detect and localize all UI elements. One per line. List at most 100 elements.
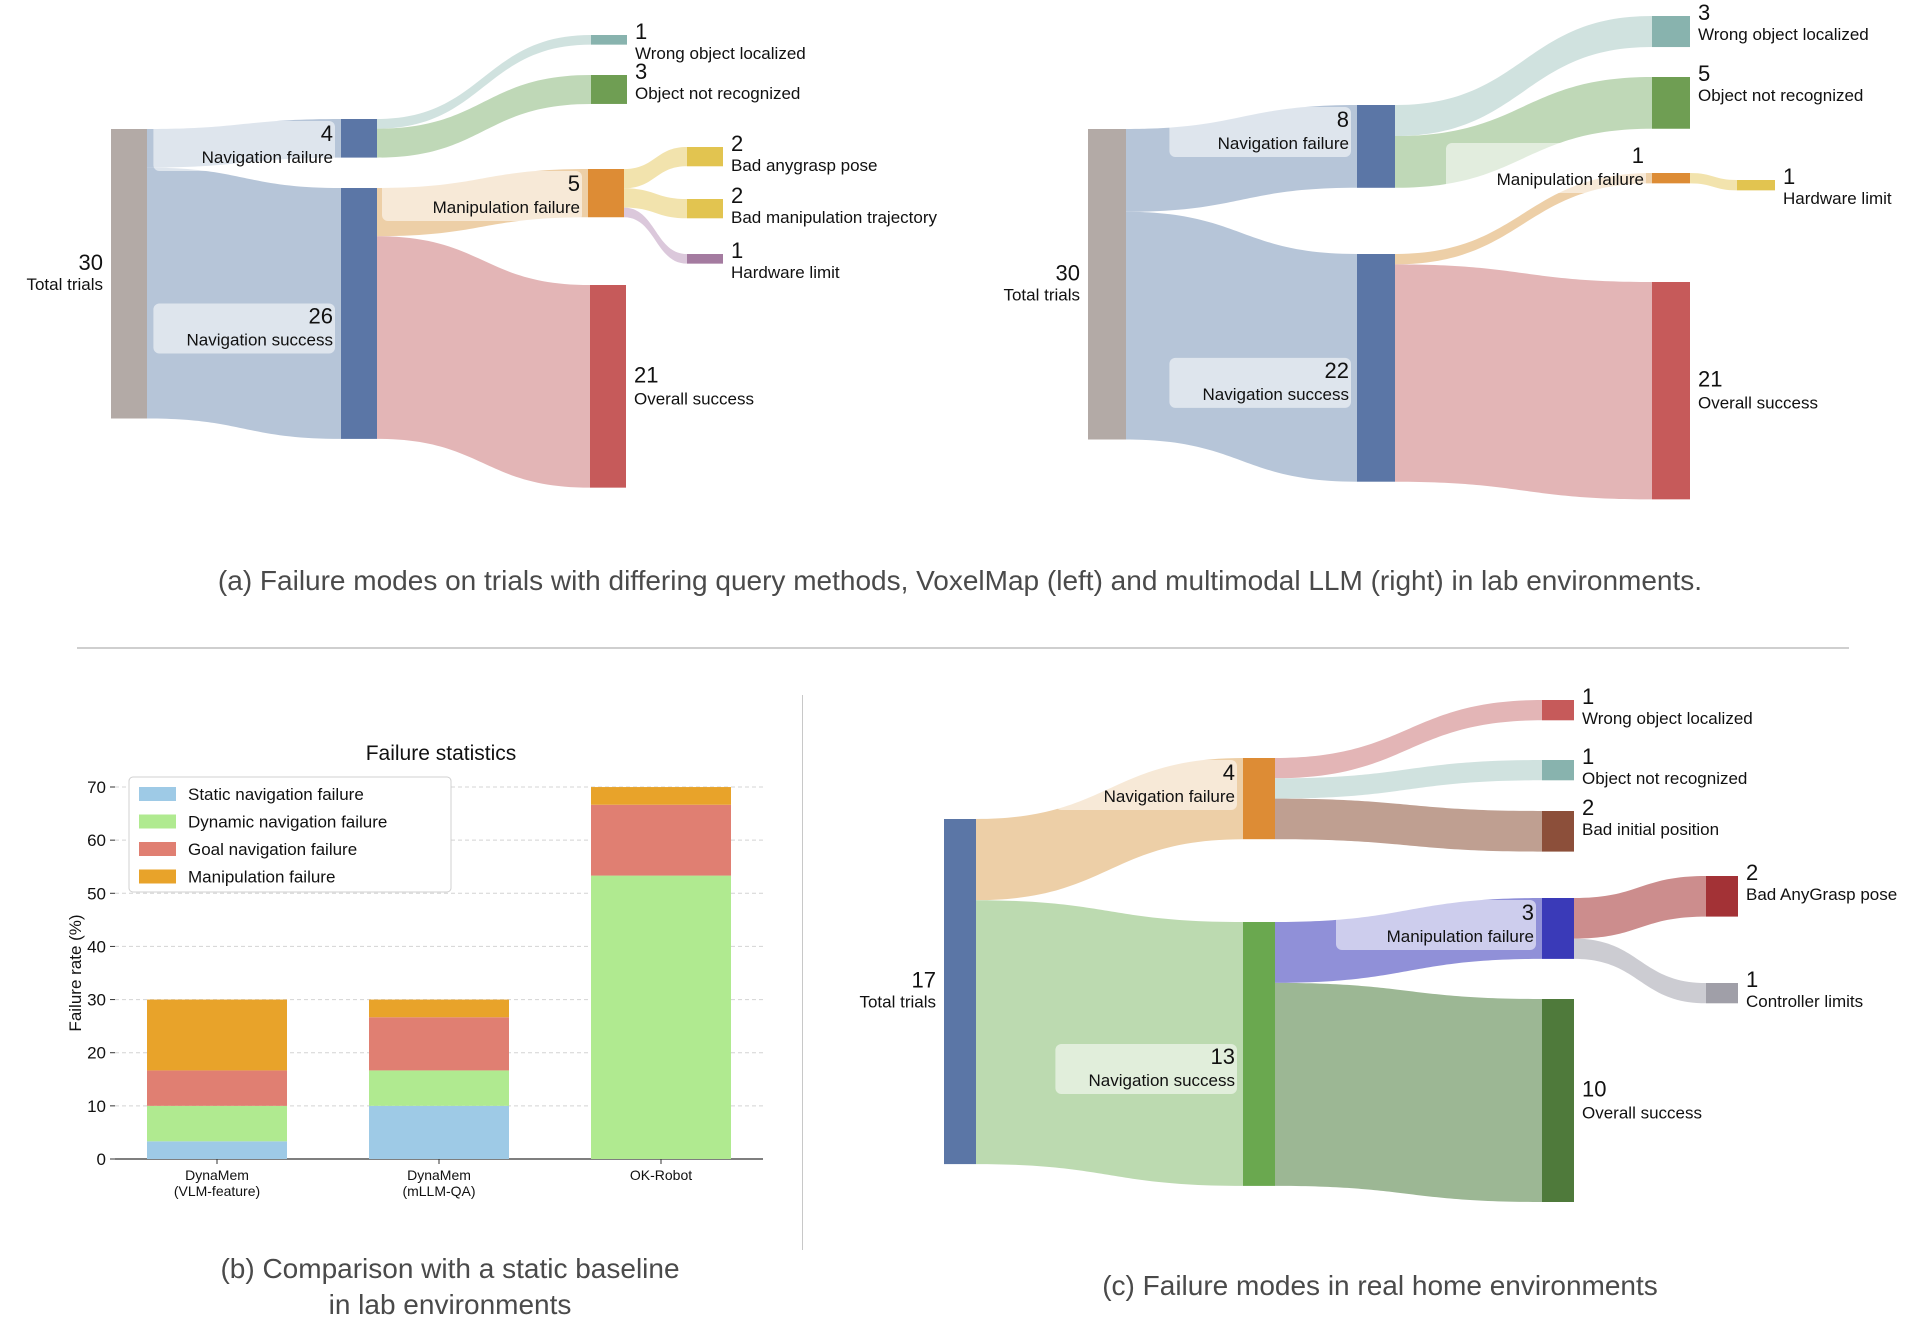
link-nav_succ-overall bbox=[377, 236, 590, 488]
node-label-not_recog: Object not recognized bbox=[1698, 86, 1863, 105]
bar-static-navigation-failure-1 bbox=[369, 1105, 509, 1159]
node-value-bad_grasp: 2 bbox=[1746, 860, 1758, 885]
links bbox=[1126, 16, 1737, 500]
node-ctrl_limit bbox=[1706, 983, 1738, 1004]
horizontal-divider bbox=[77, 647, 1849, 649]
node-value-nav_fail: 8 bbox=[1337, 107, 1349, 132]
node-label-manip_fail: Manipulation failure bbox=[433, 198, 580, 217]
node-label-wrong_obj: Wrong object localized bbox=[635, 44, 806, 63]
node-wrong_obj bbox=[591, 35, 627, 45]
figure-canvas: 30Total trials4Navigation failure26Navig… bbox=[26, 0, 1897, 1202]
y-tick-label-60: 60 bbox=[87, 831, 106, 850]
link-nav_fail-bad_init bbox=[1275, 798, 1542, 852]
node-value-nav_fail: 4 bbox=[321, 121, 333, 146]
x-tick-label-2-0: OK-Robot bbox=[630, 1167, 692, 1183]
node-total bbox=[944, 819, 976, 1165]
caption-c: (c) Failure modes in real home environme… bbox=[1102, 1270, 1658, 1301]
link-manip_fail-ctrl_limit bbox=[1574, 938, 1706, 1004]
sankey-voxelmap: 30Total trials 4 Navigation failure 26 Navig… bbox=[26, 19, 938, 488]
bar-dynamic-navigation-failure-0 bbox=[147, 1105, 287, 1142]
link-manip_fail-bad_grasp bbox=[624, 147, 687, 189]
node-label-bad_init: Bad initial position bbox=[1582, 820, 1719, 839]
node-label-nav_succ: Navigation success bbox=[187, 330, 333, 349]
node-overall bbox=[1652, 282, 1690, 500]
legend-swatch-0 bbox=[139, 787, 176, 801]
caption-b-line1: (b) Comparison with a static baseline bbox=[220, 1253, 680, 1284]
node-label-bad_grasp: Bad anygrasp pose bbox=[731, 156, 878, 175]
node-not_recog bbox=[1542, 760, 1574, 781]
node-nav_succ bbox=[1357, 254, 1395, 482]
node-manip_fail bbox=[588, 169, 624, 218]
node-manip_fail bbox=[1652, 173, 1690, 184]
node-not_recog bbox=[1652, 77, 1690, 129]
node-label-overall: Overall success bbox=[1698, 394, 1818, 413]
bar-goal-navigation-failure-0 bbox=[147, 1070, 287, 1106]
node-nav_fail bbox=[1243, 758, 1275, 840]
node-label-not_recog: Object not recognized bbox=[635, 84, 800, 103]
node-value-total: 17 bbox=[912, 968, 936, 993]
node-nav_fail bbox=[1357, 105, 1395, 188]
node-value-wrong_obj: 1 bbox=[635, 19, 647, 44]
node-nav_succ bbox=[1243, 922, 1275, 1186]
vertical-divider bbox=[802, 695, 803, 1250]
node-label-not_recog: Object not recognized bbox=[1582, 769, 1747, 788]
caption-b: (b) Comparison with a static baseline in… bbox=[60, 1251, 840, 1323]
node-label-total: Total trials bbox=[859, 993, 936, 1012]
node-label-nav_fail: Navigation failure bbox=[1104, 787, 1235, 806]
node-value-bad_traj: 2 bbox=[731, 183, 743, 208]
bar-manipulation-failure-1 bbox=[369, 999, 509, 1018]
node-label-hw_limit: Hardware limit bbox=[731, 263, 840, 282]
node-overall bbox=[1542, 999, 1574, 1202]
node-value-overall: 21 bbox=[1698, 367, 1722, 392]
node-manip_fail bbox=[1542, 898, 1574, 959]
node-bad_grasp bbox=[1706, 876, 1738, 917]
x-tick-label-1-0: DynaMem bbox=[407, 1167, 471, 1183]
y-tick-label-50: 50 bbox=[87, 884, 106, 903]
node-value-nav_succ: 22 bbox=[1325, 358, 1349, 383]
node-label-nav_succ: Navigation success bbox=[1203, 385, 1349, 404]
node-value-nav_fail: 4 bbox=[1223, 760, 1235, 785]
node-nav_succ bbox=[341, 188, 377, 439]
y-tick-label-30: 30 bbox=[87, 991, 106, 1010]
bar-goal-navigation-failure-1 bbox=[369, 1017, 509, 1071]
y-tick-label-40: 40 bbox=[87, 937, 106, 956]
chart-title: Failure statistics bbox=[366, 742, 517, 765]
node-wrong_obj bbox=[1542, 700, 1574, 721]
node-value-total: 30 bbox=[1056, 260, 1080, 285]
node-value-wrong_obj: 1 bbox=[1582, 684, 1594, 709]
node-total bbox=[111, 129, 147, 419]
node-label-overall: Overall success bbox=[1582, 1104, 1702, 1123]
node-value-manip_fail: 1 bbox=[1632, 143, 1644, 168]
node-label-wrong_obj: Wrong object localized bbox=[1698, 25, 1869, 44]
node-value-overall: 21 bbox=[634, 362, 658, 387]
node-bad_grasp bbox=[687, 147, 723, 167]
link-nav_succ-overall bbox=[1395, 264, 1652, 500]
caption-a: (a) Failure modes on trials with differi… bbox=[217, 565, 1703, 596]
node-not_recog bbox=[591, 75, 627, 104]
y-tick-label-0: 0 bbox=[97, 1150, 106, 1169]
caption-b-line2: in lab environments bbox=[328, 1289, 572, 1320]
bar-goal-navigation-failure-2 bbox=[591, 804, 731, 876]
legend-swatch-2 bbox=[139, 842, 176, 856]
node-value-bad_grasp: 2 bbox=[731, 131, 743, 156]
node-value-hw_limit: 1 bbox=[1783, 164, 1795, 189]
node-value-not_recog: 5 bbox=[1698, 61, 1710, 86]
node-hw_limit bbox=[1737, 180, 1775, 191]
node-value-bad_init: 2 bbox=[1582, 795, 1594, 820]
legend-swatch-3 bbox=[139, 869, 176, 884]
node-value-nav_succ: 13 bbox=[1211, 1044, 1235, 1069]
y-tick-label-10: 10 bbox=[87, 1097, 106, 1116]
x-tick-label-1-1: (mLLM-QA) bbox=[402, 1183, 475, 1199]
legend-label-1: Dynamic navigation failure bbox=[188, 813, 387, 832]
x-tick-label-0-0: DynaMem bbox=[185, 1167, 249, 1183]
node-value-manip_fail: 5 bbox=[568, 171, 580, 196]
node-label-nav_succ: Navigation success bbox=[1089, 1071, 1235, 1090]
link-manip_fail-bad_grasp bbox=[1574, 876, 1706, 939]
node-label-ctrl_limit: Controller limits bbox=[1746, 992, 1863, 1011]
node-label-bad_grasp: Bad AnyGrasp pose bbox=[1746, 885, 1897, 904]
node-label-nav_fail: Navigation failure bbox=[202, 148, 333, 167]
legend-label-2: Goal navigation failure bbox=[188, 840, 357, 859]
y-tick-label-20: 20 bbox=[87, 1044, 106, 1063]
node-value-hw_limit: 1 bbox=[731, 238, 743, 263]
legend-label-0: Static navigation failure bbox=[188, 785, 364, 804]
